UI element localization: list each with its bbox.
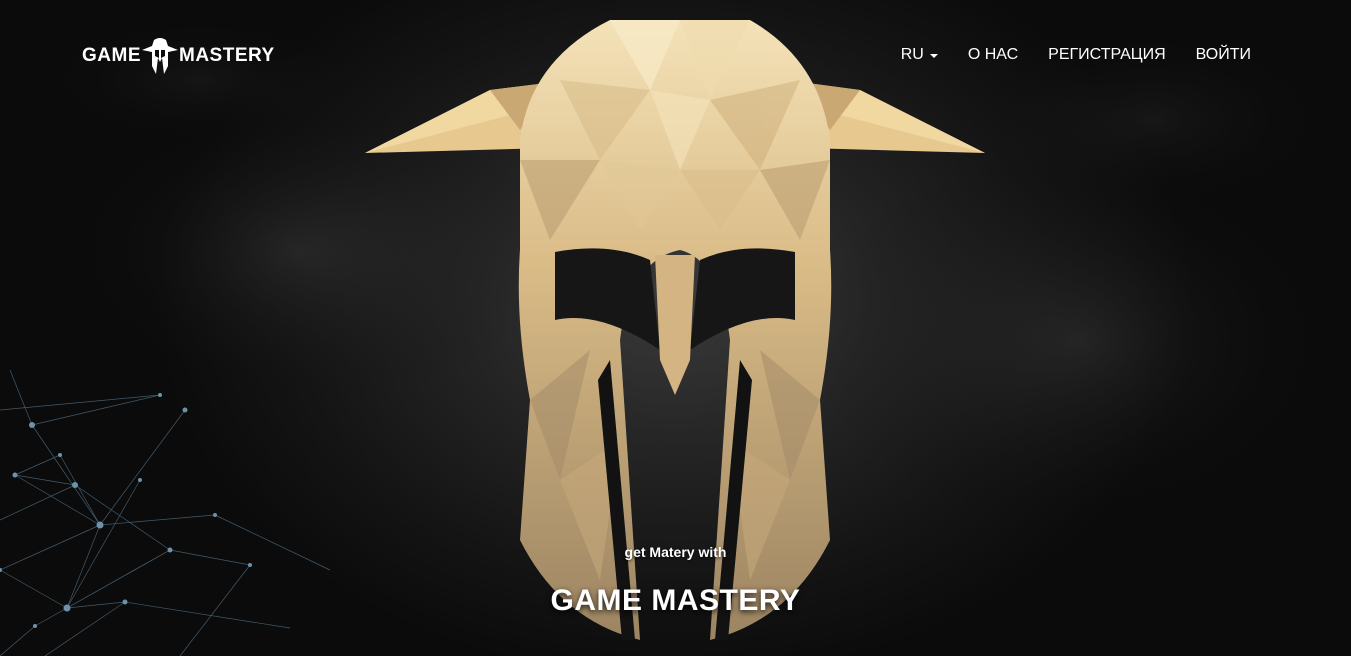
spartan-helmet-icon (365, 20, 985, 640)
hero-subtitle: get Matery with (624, 544, 727, 560)
logo-left-text: GAME (82, 45, 141, 66)
caret-down-icon (929, 54, 938, 58)
spartan-helmet-logo-icon (142, 38, 178, 74)
main-nav: RU О НАС РЕГИСТРАЦИЯ ВОЙТИ (901, 46, 1251, 64)
hero-title: GAME MASTERY (550, 584, 801, 617)
brand-logo[interactable]: GAME MASTERY (82, 36, 275, 76)
logo-right-text: MASTERY (179, 45, 275, 66)
nav-about-link[interactable]: О НАС (968, 46, 1018, 64)
navbar: GAME MASTERY RU О НАС РЕГИСТРАЦИЯ ВОЙТИ (0, 0, 1351, 110)
nav-login-link[interactable]: ВОЙТИ (1196, 46, 1251, 64)
language-dropdown[interactable]: RU (901, 46, 938, 64)
language-label: RU (900, 46, 924, 63)
nav-register-link[interactable]: РЕГИСТРАЦИЯ (1048, 46, 1165, 64)
landing-page: GAME MASTERY RU О НАС РЕГИСТРАЦИЯ ВОЙТИ … (0, 0, 1351, 656)
